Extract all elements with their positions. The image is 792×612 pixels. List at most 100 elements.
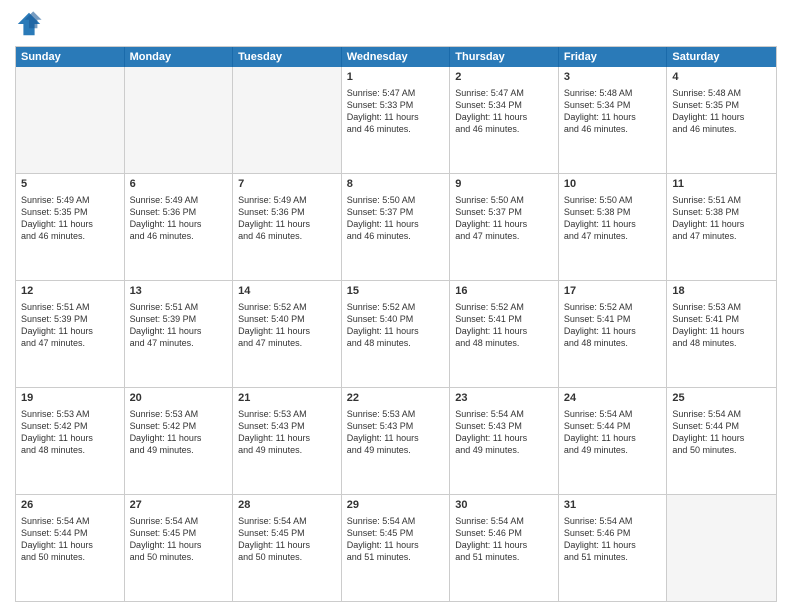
calendar-cell: 15 Sunrise: 5:52 AM Sunset: 5:40 PM Dayli… — [342, 281, 451, 387]
day-number: 1 — [347, 70, 445, 85]
header-wednesday: Wednesday — [342, 47, 451, 67]
calendar-cell: 22Sunrise: 5:53 AM Sunset: 5:43 PM Dayli… — [342, 388, 451, 494]
day-number: 24 — [564, 391, 662, 406]
day-number: 28 — [238, 498, 336, 513]
logo-icon — [15, 10, 43, 38]
calendar-row-4: 19 Sunrise: 5:53 AM Sunset: 5:42 PM Dayli… — [16, 387, 776, 494]
cell-info: Sunrise: 5:50 AM Sunset: 5:37 PM Dayligh… — [455, 194, 553, 243]
cell-info: Sunrise: 5:48 AM Sunset: 5:34 PM Dayligh… — [564, 87, 662, 136]
day-number: 23 — [455, 391, 553, 406]
calendar-cell — [667, 495, 776, 601]
cell-info: Sunrise: 5:54 AM Sunset: 5:44 PM Dayligh… — [21, 515, 119, 564]
cell-info: Sunrise: 5:47 AM Sunset: 5:33 PM Dayligh… — [347, 87, 445, 136]
calendar-cell: 30 Sunrise: 5:54 AM Sunset: 5:46 PM Dayli… — [450, 495, 559, 601]
calendar-row-1: 1 Sunrise: 5:47 AM Sunset: 5:33 PM Daylig… — [16, 67, 776, 173]
day-number: 31 — [564, 498, 662, 513]
day-number: 5 — [21, 177, 119, 192]
calendar-cell: 14 Sunrise: 5:52 AM Sunset: 5:40 PM Dayli… — [233, 281, 342, 387]
day-number: 13 — [130, 284, 228, 299]
calendar-row-2: 5Sunrise: 5:49 AM Sunset: 5:35 PM Daylig… — [16, 173, 776, 280]
calendar-cell — [16, 67, 125, 173]
calendar-cell: 12 Sunrise: 5:51 AM Sunset: 5:39 PM Dayli… — [16, 281, 125, 387]
calendar-cell: 9 Sunrise: 5:50 AM Sunset: 5:37 PM Daylig… — [450, 174, 559, 280]
day-number: 18 — [672, 284, 771, 299]
calendar-cell: 13 Sunrise: 5:51 AM Sunset: 5:39 PM Dayli… — [125, 281, 234, 387]
day-number: 16 — [455, 284, 553, 299]
cell-info: Sunrise: 5:54 AM Sunset: 5:44 PM Dayligh… — [672, 408, 771, 457]
calendar-cell: 19Sunrise: 5:53 AM Sunset: 5:42 PM Dayli… — [16, 388, 125, 494]
cell-info: Sunrise: 5:52 AM Sunset: 5:41 PM Dayligh… — [564, 301, 662, 350]
cell-info: Sunrise: 5:52 AM Sunset: 5:40 PM Dayligh… — [238, 301, 336, 350]
header-tuesday: Tuesday — [233, 47, 342, 67]
day-number: 26 — [21, 498, 119, 513]
calendar-cell: 10 Sunrise: 5:50 AM Sunset: 5:38 PM Dayli… — [559, 174, 668, 280]
header-saturday: Saturday — [667, 47, 776, 67]
cell-info: Sunrise: 5:53 AM Sunset: 5:41 PM Dayligh… — [672, 301, 771, 350]
day-number: 7 — [238, 177, 336, 192]
cell-info: Sunrise: 5:54 AM Sunset: 5:45 PM Dayligh… — [130, 515, 228, 564]
cell-info: Sunrise: 5:51 AM Sunset: 5:39 PM Dayligh… — [21, 301, 119, 350]
cell-info: Sunrise: 5:50 AM Sunset: 5:37 PM Dayligh… — [347, 194, 445, 243]
day-number: 21 — [238, 391, 336, 406]
calendar-cell: 2 Sunrise: 5:47 AM Sunset: 5:34 PM Daylig… — [450, 67, 559, 173]
calendar-cell: 11Sunrise: 5:51 AM Sunset: 5:38 PM Dayli… — [667, 174, 776, 280]
calendar-cell: 27 Sunrise: 5:54 AM Sunset: 5:45 PM Dayli… — [125, 495, 234, 601]
day-number: 30 — [455, 498, 553, 513]
calendar-row-3: 12 Sunrise: 5:51 AM Sunset: 5:39 PM Dayli… — [16, 280, 776, 387]
cell-info: Sunrise: 5:53 AM Sunset: 5:42 PM Dayligh… — [130, 408, 228, 457]
cell-info: Sunrise: 5:51 AM Sunset: 5:39 PM Dayligh… — [130, 301, 228, 350]
cell-info: Sunrise: 5:51 AM Sunset: 5:38 PM Dayligh… — [672, 194, 771, 243]
calendar-header: Sunday Monday Tuesday Wednesday Thursday… — [16, 47, 776, 67]
cell-info: Sunrise: 5:50 AM Sunset: 5:38 PM Dayligh… — [564, 194, 662, 243]
cell-info: Sunrise: 5:54 AM Sunset: 5:46 PM Dayligh… — [455, 515, 553, 564]
day-number: 25 — [672, 391, 771, 406]
cell-info: Sunrise: 5:47 AM Sunset: 5:34 PM Dayligh… — [455, 87, 553, 136]
day-number: 29 — [347, 498, 445, 513]
calendar-cell: 25 Sunrise: 5:54 AM Sunset: 5:44 PM Dayli… — [667, 388, 776, 494]
calendar-cell: 17 Sunrise: 5:52 AM Sunset: 5:41 PM Dayli… — [559, 281, 668, 387]
day-number: 27 — [130, 498, 228, 513]
day-number: 15 — [347, 284, 445, 299]
cell-info: Sunrise: 5:49 AM Sunset: 5:36 PM Dayligh… — [130, 194, 228, 243]
calendar-cell: 29Sunrise: 5:54 AM Sunset: 5:45 PM Dayli… — [342, 495, 451, 601]
calendar-cell: 4 Sunrise: 5:48 AM Sunset: 5:35 PM Daylig… — [667, 67, 776, 173]
calendar-cell: 24Sunrise: 5:54 AM Sunset: 5:44 PM Dayli… — [559, 388, 668, 494]
day-number: 2 — [455, 70, 553, 85]
cell-info: Sunrise: 5:53 AM Sunset: 5:43 PM Dayligh… — [347, 408, 445, 457]
header-thursday: Thursday — [450, 47, 559, 67]
day-number: 3 — [564, 70, 662, 85]
day-number: 12 — [21, 284, 119, 299]
cell-info: Sunrise: 5:49 AM Sunset: 5:36 PM Dayligh… — [238, 194, 336, 243]
calendar-cell: 3 Sunrise: 5:48 AM Sunset: 5:34 PM Daylig… — [559, 67, 668, 173]
calendar-cell: 20Sunrise: 5:53 AM Sunset: 5:42 PM Dayli… — [125, 388, 234, 494]
day-number: 14 — [238, 284, 336, 299]
day-number: 6 — [130, 177, 228, 192]
day-number: 10 — [564, 177, 662, 192]
header-friday: Friday — [559, 47, 668, 67]
header-monday: Monday — [125, 47, 234, 67]
day-number: 17 — [564, 284, 662, 299]
calendar-cell: 1 Sunrise: 5:47 AM Sunset: 5:33 PM Daylig… — [342, 67, 451, 173]
calendar-cell: 8 Sunrise: 5:50 AM Sunset: 5:37 PM Daylig… — [342, 174, 451, 280]
calendar-cell: 7 Sunrise: 5:49 AM Sunset: 5:36 PM Daylig… — [233, 174, 342, 280]
cell-info: Sunrise: 5:48 AM Sunset: 5:35 PM Dayligh… — [672, 87, 771, 136]
cell-info: Sunrise: 5:53 AM Sunset: 5:43 PM Dayligh… — [238, 408, 336, 457]
cell-info: Sunrise: 5:54 AM Sunset: 5:43 PM Dayligh… — [455, 408, 553, 457]
calendar-cell: 21 Sunrise: 5:53 AM Sunset: 5:43 PM Dayli… — [233, 388, 342, 494]
calendar-cell — [233, 67, 342, 173]
day-number: 4 — [672, 70, 771, 85]
calendar-body: 1 Sunrise: 5:47 AM Sunset: 5:33 PM Daylig… — [16, 67, 776, 601]
header-sunday: Sunday — [16, 47, 125, 67]
cell-info: Sunrise: 5:52 AM Sunset: 5:40 PM Dayligh… — [347, 301, 445, 350]
calendar-cell — [125, 67, 234, 173]
day-number: 19 — [21, 391, 119, 406]
calendar-cell: 23 Sunrise: 5:54 AM Sunset: 5:43 PM Dayli… — [450, 388, 559, 494]
day-number: 9 — [455, 177, 553, 192]
calendar-cell: 28Sunrise: 5:54 AM Sunset: 5:45 PM Dayli… — [233, 495, 342, 601]
calendar-cell: 5Sunrise: 5:49 AM Sunset: 5:35 PM Daylig… — [16, 174, 125, 280]
cell-info: Sunrise: 5:54 AM Sunset: 5:46 PM Dayligh… — [564, 515, 662, 564]
cell-info: Sunrise: 5:52 AM Sunset: 5:41 PM Dayligh… — [455, 301, 553, 350]
day-number: 8 — [347, 177, 445, 192]
calendar-row-5: 26 Sunrise: 5:54 AM Sunset: 5:44 PM Dayli… — [16, 494, 776, 601]
page: Sunday Monday Tuesday Wednesday Thursday… — [0, 0, 792, 612]
